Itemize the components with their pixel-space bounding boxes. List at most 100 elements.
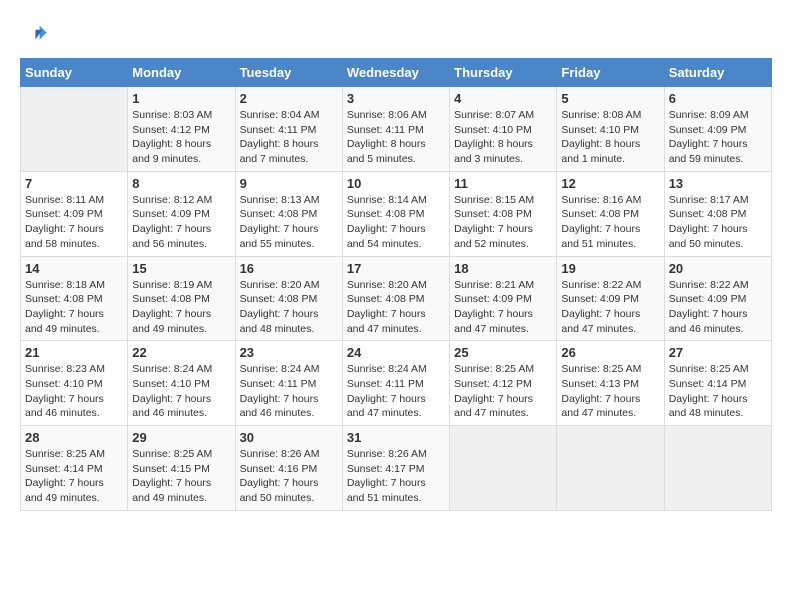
day-number: 18 <box>454 261 552 276</box>
day-number: 5 <box>561 91 659 106</box>
cell-content: Sunrise: 8:19 AMSunset: 4:08 PMDaylight:… <box>132 278 230 337</box>
calendar-cell: 8 Sunrise: 8:12 AMSunset: 4:09 PMDaylight… <box>128 171 235 256</box>
cell-content: Sunrise: 8:24 AMSunset: 4:10 PMDaylight:… <box>132 362 230 421</box>
day-number: 4 <box>454 91 552 106</box>
calendar-cell: 7 Sunrise: 8:11 AMSunset: 4:09 PMDaylight… <box>21 171 128 256</box>
day-number: 31 <box>347 430 445 445</box>
cell-content: Sunrise: 8:14 AMSunset: 4:08 PMDaylight:… <box>347 193 445 252</box>
week-row-4: 21 Sunrise: 8:23 AMSunset: 4:10 PMDayligh… <box>21 341 772 426</box>
day-number: 12 <box>561 176 659 191</box>
cell-content: Sunrise: 8:12 AMSunset: 4:09 PMDaylight:… <box>132 193 230 252</box>
calendar-cell: 11 Sunrise: 8:15 AMSunset: 4:08 PMDayligh… <box>450 171 557 256</box>
calendar-cell: 27 Sunrise: 8:25 AMSunset: 4:14 PMDayligh… <box>664 341 771 426</box>
cell-content: Sunrise: 8:13 AMSunset: 4:08 PMDaylight:… <box>240 193 338 252</box>
calendar-cell: 25Sunrise: 8:25 AMSunset: 4:12 PMDayligh… <box>450 341 557 426</box>
cell-content: Sunrise: 8:24 AMSunset: 4:11 PMDaylight:… <box>347 362 445 421</box>
calendar-cell: 26 Sunrise: 8:25 AMSunset: 4:13 PMDayligh… <box>557 341 664 426</box>
calendar-cell <box>664 426 771 511</box>
day-number: 24 <box>347 345 445 360</box>
calendar-cell: 28 Sunrise: 8:25 AMSunset: 4:14 PMDayligh… <box>21 426 128 511</box>
cell-content: Sunrise: 8:06 AMSunset: 4:11 PMDaylight:… <box>347 108 445 167</box>
header-row: SundayMondayTuesdayWednesdayThursdayFrid… <box>21 59 772 87</box>
day-number: 13 <box>669 176 767 191</box>
cell-content: Sunrise: 8:08 AMSunset: 4:10 PMDaylight:… <box>561 108 659 167</box>
calendar-cell: 17 Sunrise: 8:20 AMSunset: 4:08 PMDayligh… <box>342 256 449 341</box>
cell-content: Sunrise: 8:09 AMSunset: 4:09 PMDaylight:… <box>669 108 767 167</box>
logo-icon <box>20 20 48 48</box>
day-number: 25 <box>454 345 552 360</box>
calendar-cell: 30 Sunrise: 8:26 AMSunset: 4:16 PMDayligh… <box>235 426 342 511</box>
calendar-cell: 3Sunrise: 8:06 AMSunset: 4:11 PMDaylight… <box>342 87 449 172</box>
day-number: 7 <box>25 176 123 191</box>
calendar-cell: 2 Sunrise: 8:04 AMSunset: 4:11 PMDaylight… <box>235 87 342 172</box>
header-cell-tuesday: Tuesday <box>235 59 342 87</box>
cell-content: Sunrise: 8:25 AMSunset: 4:15 PMDaylight:… <box>132 447 230 506</box>
cell-content: Sunrise: 8:25 AMSunset: 4:13 PMDaylight:… <box>561 362 659 421</box>
day-number: 16 <box>240 261 338 276</box>
calendar-cell: 31 Sunrise: 8:26 AMSunset: 4:17 PMDayligh… <box>342 426 449 511</box>
header-cell-monday: Monday <box>128 59 235 87</box>
cell-content: Sunrise: 8:24 AMSunset: 4:11 PMDaylight:… <box>240 362 338 421</box>
day-number: 8 <box>132 176 230 191</box>
calendar-cell <box>450 426 557 511</box>
day-number: 30 <box>240 430 338 445</box>
week-row-3: 14Sunrise: 8:18 AMSunset: 4:08 PMDayligh… <box>21 256 772 341</box>
header-cell-wednesday: Wednesday <box>342 59 449 87</box>
calendar-table: SundayMondayTuesdayWednesdayThursdayFrid… <box>20 58 772 511</box>
cell-content: Sunrise: 8:23 AMSunset: 4:10 PMDaylight:… <box>25 362 123 421</box>
page-header <box>20 20 772 48</box>
day-number: 14 <box>25 261 123 276</box>
day-number: 29 <box>132 430 230 445</box>
calendar-cell: 6Sunrise: 8:09 AMSunset: 4:09 PMDaylight… <box>664 87 771 172</box>
calendar-cell: 10Sunrise: 8:14 AMSunset: 4:08 PMDayligh… <box>342 171 449 256</box>
day-number: 20 <box>669 261 767 276</box>
day-number: 11 <box>454 176 552 191</box>
cell-content: Sunrise: 8:04 AMSunset: 4:11 PMDaylight:… <box>240 108 338 167</box>
calendar-cell: 23 Sunrise: 8:24 AMSunset: 4:11 PMDayligh… <box>235 341 342 426</box>
calendar-cell: 14Sunrise: 8:18 AMSunset: 4:08 PMDayligh… <box>21 256 128 341</box>
cell-content: Sunrise: 8:20 AMSunset: 4:08 PMDaylight:… <box>347 278 445 337</box>
calendar-cell: 9 Sunrise: 8:13 AMSunset: 4:08 PMDaylight… <box>235 171 342 256</box>
calendar-cell <box>557 426 664 511</box>
cell-content: Sunrise: 8:07 AMSunset: 4:10 PMDaylight:… <box>454 108 552 167</box>
day-number: 15 <box>132 261 230 276</box>
cell-content: Sunrise: 8:22 AMSunset: 4:09 PMDaylight:… <box>561 278 659 337</box>
day-number: 26 <box>561 345 659 360</box>
day-number: 23 <box>240 345 338 360</box>
calendar-header: SundayMondayTuesdayWednesdayThursdayFrid… <box>21 59 772 87</box>
calendar-cell: 22 Sunrise: 8:24 AMSunset: 4:10 PMDayligh… <box>128 341 235 426</box>
cell-content: Sunrise: 8:11 AMSunset: 4:09 PMDaylight:… <box>25 193 123 252</box>
calendar-cell: 24 Sunrise: 8:24 AMSunset: 4:11 PMDayligh… <box>342 341 449 426</box>
calendar-cell: 12Sunrise: 8:16 AMSunset: 4:08 PMDayligh… <box>557 171 664 256</box>
week-row-2: 7 Sunrise: 8:11 AMSunset: 4:09 PMDaylight… <box>21 171 772 256</box>
day-number: 21 <box>25 345 123 360</box>
day-number: 17 <box>347 261 445 276</box>
logo <box>20 20 52 48</box>
week-row-1: 1Sunrise: 8:03 AMSunset: 4:12 PMDaylight… <box>21 87 772 172</box>
cell-content: Sunrise: 8:25 AMSunset: 4:14 PMDaylight:… <box>25 447 123 506</box>
calendar-cell: 16 Sunrise: 8:20 AMSunset: 4:08 PMDayligh… <box>235 256 342 341</box>
cell-content: Sunrise: 8:22 AMSunset: 4:09 PMDaylight:… <box>669 278 767 337</box>
cell-content: Sunrise: 8:21 AMSunset: 4:09 PMDaylight:… <box>454 278 552 337</box>
header-cell-sunday: Sunday <box>21 59 128 87</box>
calendar-cell: 4 Sunrise: 8:07 AMSunset: 4:10 PMDaylight… <box>450 87 557 172</box>
day-number: 22 <box>132 345 230 360</box>
cell-content: Sunrise: 8:26 AMSunset: 4:17 PMDaylight:… <box>347 447 445 506</box>
cell-content: Sunrise: 8:20 AMSunset: 4:08 PMDaylight:… <box>240 278 338 337</box>
header-cell-thursday: Thursday <box>450 59 557 87</box>
calendar-cell: 29 Sunrise: 8:25 AMSunset: 4:15 PMDayligh… <box>128 426 235 511</box>
day-number: 9 <box>240 176 338 191</box>
day-number: 28 <box>25 430 123 445</box>
cell-content: Sunrise: 8:25 AMSunset: 4:14 PMDaylight:… <box>669 362 767 421</box>
day-number: 2 <box>240 91 338 106</box>
day-number: 27 <box>669 345 767 360</box>
calendar-cell: 13Sunrise: 8:17 AMSunset: 4:08 PMDayligh… <box>664 171 771 256</box>
cell-content: Sunrise: 8:15 AMSunset: 4:08 PMDaylight:… <box>454 193 552 252</box>
calendar-cell: 18 Sunrise: 8:21 AMSunset: 4:09 PMDayligh… <box>450 256 557 341</box>
cell-content: Sunrise: 8:03 AMSunset: 4:12 PMDaylight:… <box>132 108 230 167</box>
calendar-cell: 21 Sunrise: 8:23 AMSunset: 4:10 PMDayligh… <box>21 341 128 426</box>
cell-content: Sunrise: 8:26 AMSunset: 4:16 PMDaylight:… <box>240 447 338 506</box>
calendar-cell <box>21 87 128 172</box>
week-row-5: 28 Sunrise: 8:25 AMSunset: 4:14 PMDayligh… <box>21 426 772 511</box>
calendar-body: 1Sunrise: 8:03 AMSunset: 4:12 PMDaylight… <box>21 87 772 511</box>
